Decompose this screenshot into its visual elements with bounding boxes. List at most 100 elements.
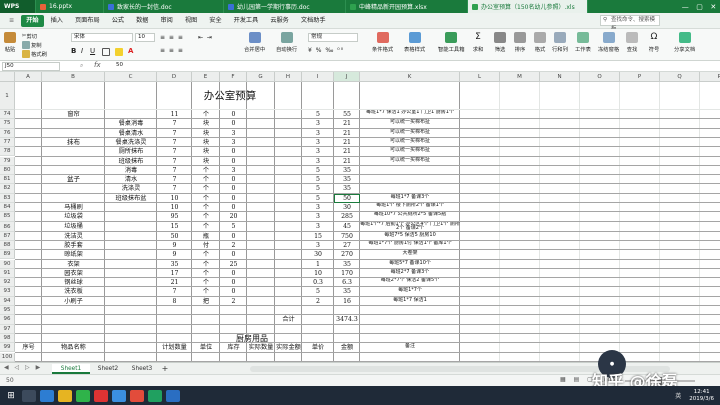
row-header[interactable]: 92 [0, 278, 15, 288]
bold-button[interactable]: B [71, 47, 76, 55]
conditional-format-button[interactable]: 条件格式 [372, 32, 393, 53]
row-header[interactable]: 74 [0, 110, 15, 120]
menu-security[interactable]: 安全 [204, 15, 226, 27]
row-header[interactable]: 87 [0, 231, 15, 241]
italic-button[interactable]: I [81, 47, 83, 55]
paste-button[interactable]: 粘贴 [4, 32, 16, 53]
share-doc-button[interactable]: 分享文档 [674, 32, 695, 53]
row-header[interactable]: 75 [0, 119, 15, 129]
tab-office-budget-xls[interactable]: 办公室预算（150名幼儿参照）.xls [468, 0, 588, 13]
app-red-icon[interactable] [94, 389, 108, 402]
column-header[interactable]: P [620, 72, 660, 82]
row-header[interactable]: 85 [0, 212, 15, 222]
tab-letter-doc[interactable]: 致家长的一封信.doc [104, 0, 224, 13]
row-header[interactable]: 94 [0, 296, 15, 306]
column-header[interactable]: M [500, 72, 540, 82]
file-menu[interactable]: ≡ [4, 15, 19, 27]
wechat-icon[interactable] [76, 389, 90, 402]
word-taskbar-icon[interactable] [166, 389, 180, 402]
row-header[interactable]: 1 [0, 82, 15, 110]
window-controls[interactable]: — ▢ ✕ [678, 3, 720, 11]
add-sheet-button[interactable]: + [160, 364, 170, 374]
tab-calendar-doc[interactable]: 幼儿园第一学期行事历.doc [224, 0, 346, 13]
smart-toolbox-button[interactable]: 智能工具箱 [438, 32, 465, 53]
table-style-button[interactable]: 表格样式 [404, 32, 425, 53]
zoom-cell-icon[interactable]: ⌕ [80, 62, 83, 70]
column-header[interactable]: J [334, 72, 360, 82]
folder-icon[interactable] [58, 389, 72, 402]
column-header[interactable]: B [42, 72, 105, 82]
copy-button[interactable]: 复制 [22, 41, 42, 49]
font-name-select[interactable]: 宋体 [71, 33, 133, 42]
column-header[interactable]: D [157, 72, 192, 82]
column-header[interactable]: C [105, 72, 157, 82]
indent-buttons[interactable]: ⇤ ⇥ [198, 34, 213, 41]
row-header[interactable]: 81 [0, 175, 15, 185]
row-header[interactable]: 93 [0, 287, 15, 297]
row-header[interactable]: 83 [0, 193, 15, 203]
column-header[interactable]: R [700, 72, 720, 82]
menu-data[interactable]: 数据 [131, 15, 153, 27]
command-search-input[interactable]: ⚲查找命令、搜索模板 [600, 15, 660, 32]
sort-button[interactable]: 排序 [514, 32, 526, 53]
menu-view[interactable]: 视图 [180, 15, 202, 27]
format-button[interactable]: 格式 [534, 32, 546, 53]
wps-taskbar-icon[interactable] [148, 389, 162, 402]
cut-button[interactable]: ✂ 剪切 [22, 32, 37, 40]
column-header[interactable]: I [302, 72, 334, 82]
fx-icon[interactable]: fx [94, 61, 101, 69]
symbol-button[interactable]: Ω 符号 [648, 32, 660, 53]
sum-button[interactable]: Σ 求和 [472, 32, 484, 53]
align-horizontal-buttons[interactable]: ≡ ≡ ≡ [160, 47, 184, 54]
row-header[interactable]: 82 [0, 184, 15, 194]
view-mode-buttons[interactable]: ▦ ▤ ▢ [560, 376, 596, 383]
row-header[interactable]: 98 [0, 333, 15, 344]
row-header[interactable]: 78 [0, 147, 15, 157]
menu-review[interactable]: 审阅 [155, 15, 177, 27]
font-color-button[interactable]: A [128, 47, 133, 55]
align-top-buttons[interactable]: ≡ ≡ ≡ [160, 34, 184, 41]
find-button[interactable]: 查找 [626, 32, 638, 53]
tab-budget-xlsx[interactable]: 中峰精品新开园预算.xlsx [346, 0, 468, 13]
column-header[interactable]: A [15, 72, 42, 82]
row-header[interactable]: 79 [0, 156, 15, 166]
taskview-icon[interactable] [22, 389, 36, 402]
maximize-icon[interactable]: ▢ [696, 3, 703, 11]
fill-color-button[interactable] [115, 48, 124, 56]
row-header[interactable]: 97 [0, 324, 15, 334]
column-header[interactable]: E [192, 72, 220, 82]
column-header[interactable]: G [247, 72, 275, 82]
row-header[interactable]: 77 [0, 137, 15, 148]
row-header[interactable]: 100 [0, 352, 15, 362]
ie-icon[interactable] [40, 389, 54, 402]
formula-input[interactable]: 50 [114, 62, 718, 71]
clock[interactable]: 12:41 2019/3/6 [689, 389, 714, 403]
column-header[interactable]: F [220, 72, 247, 82]
number-format-buttons[interactable]: ¥ % ‰ ⁰⁰ [308, 47, 344, 54]
row-col-button[interactable]: 行和列 [552, 32, 568, 53]
sheet-tab-2[interactable]: Sheet2 [92, 364, 124, 374]
sheet-tab-3[interactable]: Sheet3 [126, 364, 158, 374]
row-header[interactable]: 80 [0, 165, 15, 176]
menu-start[interactable]: 开始 [21, 14, 44, 27]
row-header[interactable]: 86 [0, 221, 15, 232]
qq-icon[interactable] [112, 389, 126, 402]
menu-cloud[interactable]: 云服务 [265, 15, 294, 27]
border-button[interactable] [102, 48, 111, 56]
sheet-nav-arrows[interactable]: ◀ ◁ ▷ ▶ [4, 364, 42, 371]
select-all-corner[interactable] [0, 72, 15, 82]
column-header[interactable]: Q [660, 72, 700, 82]
sheet-tab-1[interactable]: Sheet1 [52, 364, 90, 374]
worksheet-button[interactable]: 工作表 [575, 32, 591, 53]
row-header[interactable]: 96 [0, 315, 15, 325]
menu-developer[interactable]: 开发工具 [229, 15, 264, 27]
filter-button[interactable]: 筛选 [494, 32, 506, 53]
underline-button[interactable]: U [90, 47, 95, 55]
number-format-select[interactable]: 常规 [308, 33, 358, 42]
spreadsheet-grid[interactable]: ABCDEFGHIJKLMNOPQRSTUV 17475767778798081… [0, 72, 720, 362]
row-header[interactable]: 99 [0, 343, 15, 353]
column-header[interactable]: H [275, 72, 302, 82]
wrap-text-button[interactable]: 自动换行 [276, 32, 297, 53]
row-header[interactable]: 89 [0, 250, 15, 260]
freeze-panes-button[interactable]: 冻结窗格 [598, 32, 619, 53]
